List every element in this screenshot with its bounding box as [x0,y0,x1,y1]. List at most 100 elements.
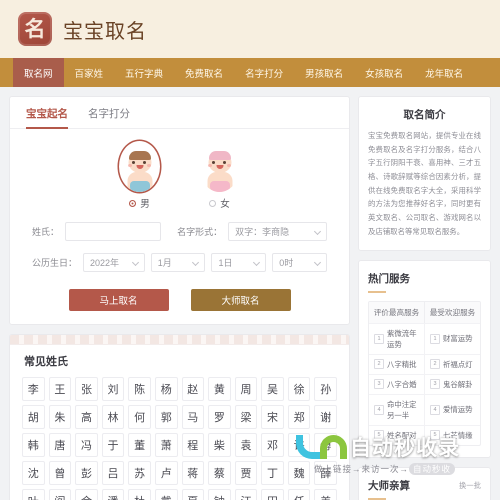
service-item-left[interactable]: 3 八字合婚 [369,374,425,394]
surname-cell[interactable]: 钟 [208,489,231,500]
name-style-select[interactable]: 双字：李商隐 [228,222,327,241]
service-label: 爱情运势 [443,405,473,414]
surname-cell[interactable]: 韩 [22,433,45,457]
tab-0[interactable]: 宝宝起名 [26,106,68,129]
boy-radio[interactable] [129,199,137,207]
services-col-0: 评价最高服务 [369,301,425,323]
surname-cell[interactable]: 萧 [154,433,178,457]
tab-1[interactable]: 名字打分 [88,106,130,128]
surname-cell[interactable]: 丁 [261,461,284,485]
birth-month-select[interactable]: 1月 [150,253,206,272]
surname-cell[interactable]: 于 [101,433,125,457]
service-item-left[interactable]: 5 姓名配对 [369,425,425,445]
surname-cell[interactable]: 罗 [208,405,231,429]
service-index: 5 [374,430,384,440]
nav-item-4[interactable]: 名字打分 [234,58,294,87]
site-logo-icon[interactable]: 名 [18,12,52,46]
surname-cell[interactable]: 蔡 [208,461,231,485]
surname-input[interactable] [65,222,162,241]
surname-cell[interactable]: 邓 [261,433,284,457]
surname-cell[interactable]: 徐 [287,377,311,401]
service-item-right[interactable]: 2 祈福点灯 [425,355,480,374]
nav-item-2[interactable]: 五行字典 [114,58,174,87]
surname-cell[interactable]: 唐 [48,433,72,457]
surname-cell[interactable]: 吴 [261,377,284,401]
surname-cell[interactable]: 傅 [314,433,337,457]
surname-cell[interactable]: 朱 [48,405,72,429]
surname-cell[interactable]: 周 [234,377,258,401]
surname-cell[interactable]: 袁 [234,433,258,457]
surname-cell[interactable]: 刘 [101,377,125,401]
surname-cell[interactable]: 胡 [22,405,45,429]
surname-cell[interactable]: 薛 [314,461,337,485]
service-item-left[interactable]: 1 紫微流年运势 [369,323,425,354]
service-index: 3 [430,379,440,389]
surname-cell[interactable]: 杜 [128,489,151,500]
nav-item-7[interactable]: 龙年取名 [414,58,474,87]
name-style-label: 名字形式： [177,227,223,237]
service-item-left[interactable]: 2 八字精批 [369,354,425,374]
surname-cell[interactable]: 潘 [101,489,125,500]
nav-item-0[interactable]: 取名网 [13,58,64,87]
surname-cell[interactable]: 杨 [154,377,178,401]
birth-year-select[interactable]: 2022年 [83,253,145,272]
surname-cell[interactable]: 贾 [234,461,258,485]
surname-cell[interactable]: 林 [101,405,125,429]
service-item-right[interactable]: 3 鬼谷解卦 [425,375,480,394]
service-item-right[interactable]: 5 七芒情缘 [425,426,480,445]
surname-cell[interactable]: 叶 [22,489,45,500]
service-item-right[interactable]: 4 爱情运势 [425,395,480,425]
nav-item-5[interactable]: 男孩取名 [294,58,354,87]
surname-cell[interactable]: 苏 [128,461,151,485]
surname-cell[interactable]: 田 [261,489,284,500]
surname-cell[interactable]: 蒋 [181,461,205,485]
surname-cell[interactable]: 郑 [287,405,311,429]
surname-cell[interactable]: 陈 [128,377,151,401]
master-naming-button[interactable]: 大师取名 [190,289,291,311]
surname-cell[interactable]: 阎 [48,489,72,500]
nav-item-3[interactable]: 免费取名 [174,58,234,87]
surname-cell[interactable]: 沈 [22,461,45,485]
refresh-promos-link[interactable]: 换一批 [459,480,481,491]
surname-cell[interactable]: 夏 [181,489,205,500]
surname-cell[interactable]: 柴 [208,433,231,457]
surname-cell[interactable]: 梁 [234,405,258,429]
service-item-right[interactable]: 1 财富运势 [425,324,480,354]
surname-cell[interactable]: 程 [181,433,205,457]
surname-cell[interactable]: 任 [287,489,311,500]
surname-cell[interactable]: 赵 [181,377,205,401]
surname-cell[interactable]: 余 [75,489,98,500]
surname-cell[interactable]: 汪 [234,489,258,500]
surname-cell[interactable]: 王 [48,377,72,401]
surname-cell[interactable]: 谢 [314,405,337,429]
surname-cell[interactable]: 曾 [48,461,72,485]
surname-cell[interactable]: 董 [128,433,151,457]
surname-cell[interactable]: 宋 [261,405,284,429]
surname-cell[interactable]: 郭 [154,405,178,429]
surname-cell[interactable]: 高 [75,405,98,429]
nav-item-1[interactable]: 百家姓 [64,58,115,87]
surname-cell[interactable]: 吕 [101,461,125,485]
surname-cell[interactable]: 黄 [208,377,231,401]
surname-cell[interactable]: 彭 [75,461,98,485]
gender-option-boy[interactable]: 男 [112,141,168,210]
nav-item-6[interactable]: 女孩取名 [354,58,414,87]
surname-cell[interactable]: 卢 [154,461,178,485]
birth-hour-select[interactable]: 0时 [272,253,328,272]
girl-radio[interactable] [209,199,217,207]
surname-cell[interactable]: 姜 [314,489,337,500]
surname-cell[interactable]: 李 [22,377,45,401]
surname-cell[interactable]: 许 [287,433,311,457]
gender-option-girl[interactable]: 女 [192,141,248,210]
intro-card: 取名简介 宝宝免费取名网站，提供专业在线免费取名及名字打分服务，结合八字五行阴阳… [358,96,491,251]
birth-day-select[interactable]: 1日 [211,253,267,272]
surname-cell[interactable]: 张 [75,377,98,401]
surname-cell[interactable]: 魏 [287,461,311,485]
surname-cell[interactable]: 戴 [154,489,178,500]
surname-cell[interactable]: 冯 [75,433,98,457]
surname-cell[interactable]: 孙 [314,377,337,401]
surname-cell[interactable]: 何 [128,405,151,429]
surname-cell[interactable]: 马 [181,405,205,429]
service-item-left[interactable]: 4 命中注定另一半 [369,394,425,425]
submit-naming-button[interactable]: 马上取名 [68,289,169,311]
